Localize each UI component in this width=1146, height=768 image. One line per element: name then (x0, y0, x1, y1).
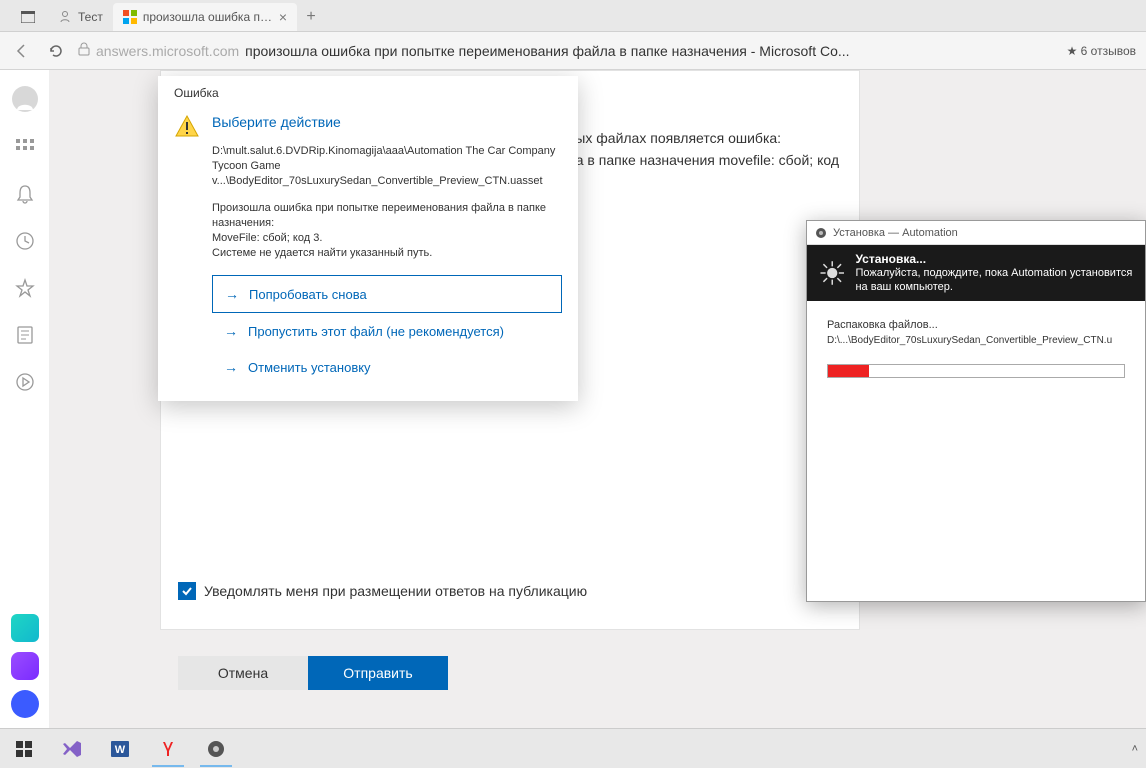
installer-body: Распаковка файлов... D:\...\BodyEditor_7… (807, 301, 1145, 396)
reviews-badge[interactable]: ★ 6 отзывов (1067, 44, 1136, 58)
error-path: D:\mult.salut.6.DVDRip.Kinomagija\aaa\Au… (212, 144, 562, 189)
microsoft-icon (123, 10, 137, 24)
browser-sidebar (0, 70, 50, 728)
grid-icon[interactable] (16, 139, 34, 162)
progress-fill (828, 365, 869, 377)
avatar-icon[interactable] (12, 86, 38, 117)
browser-toolbar: answers.microsoft.com произошла ошибка п… (0, 32, 1146, 70)
notify-label: Уведомлять меня при размещении ответов н… (204, 583, 587, 599)
error-heading: Выберите действие (212, 114, 562, 130)
star-icon[interactable] (15, 278, 35, 303)
skip-button[interactable]: → Пропустить этот файл (не рекомендуется… (212, 313, 562, 349)
installer-title: Установка — Automation (833, 227, 958, 239)
browser-tab-strip: Тест произошла ошибка при × + (0, 0, 1146, 32)
lock-icon (78, 42, 90, 59)
warning-icon (174, 114, 200, 385)
notify-checkbox-row[interactable]: Уведомлять меня при размещении ответов н… (178, 582, 587, 600)
installer-header: Установка... Пожалуйста, подождите, пока… (807, 245, 1145, 301)
submit-button[interactable]: Отправить (308, 656, 448, 690)
progress-bar (827, 364, 1125, 378)
error-dialog: Ошибка Выберите действие D:\mult.salut.6… (158, 76, 578, 401)
installer-header-sub: Пожалуйста, подождите, пока Automation у… (855, 266, 1133, 294)
close-icon[interactable]: × (279, 9, 287, 25)
app-purple[interactable] (11, 652, 39, 680)
background-text: ных файлах появляется ошибка: ла в папке… (568, 127, 839, 171)
favicon-icon (58, 10, 72, 24)
new-tab-button[interactable]: + (297, 3, 325, 31)
window-controls[interactable] (8, 3, 48, 31)
app-blue[interactable] (11, 690, 39, 718)
arrow-right-icon: → (224, 359, 238, 375)
yandex-icon[interactable] (148, 731, 188, 767)
app-teal[interactable] (11, 614, 39, 642)
installer-titlebar[interactable]: Установка — Automation (807, 221, 1145, 245)
play-icon[interactable] (15, 372, 35, 397)
back-button[interactable] (10, 39, 34, 63)
arrow-right-icon: → (225, 286, 239, 302)
tab-microsoft-answers[interactable]: произошла ошибка при × (113, 3, 297, 31)
clock-icon[interactable] (15, 231, 35, 256)
system-tray[interactable]: ˄ (1132, 743, 1138, 755)
reload-button[interactable] (44, 39, 68, 63)
start-button[interactable] (4, 731, 44, 767)
address-title: произошла ошибка при попытке переименова… (245, 43, 849, 59)
visualstudio-icon[interactable] (52, 731, 92, 767)
bell-icon[interactable] (16, 184, 34, 209)
chevron-up-icon[interactable]: ˄ (1132, 743, 1138, 755)
installer-task-icon[interactable] (196, 731, 236, 767)
installer-path: D:\...\BodyEditor_70sLuxurySedan_Convert… (827, 335, 1125, 346)
form-buttons: Отмена Отправить (178, 656, 448, 690)
arrow-right-icon: → (224, 323, 238, 339)
installer-icon (815, 227, 827, 239)
retry-button[interactable]: → Попробовать снова (212, 275, 562, 313)
error-message: Произошла ошибка при попытке переименова… (212, 201, 562, 261)
svg-text:W: W (115, 744, 126, 756)
installer-window: Установка — Automation Установка... Пожа… (806, 220, 1146, 602)
installer-header-title: Установка... (855, 252, 1133, 266)
cancel-install-button[interactable]: → Отменить установку (212, 349, 562, 385)
address-domain: answers.microsoft.com (96, 43, 239, 59)
address-bar[interactable]: answers.microsoft.com произошла ошибка п… (78, 42, 1057, 59)
taskbar: W ˄ (0, 728, 1146, 768)
tab-test[interactable]: Тест (48, 3, 113, 31)
word-icon[interactable]: W (100, 731, 140, 767)
cancel-button[interactable]: Отмена (178, 656, 308, 690)
gear-burst-icon (819, 255, 845, 291)
checkbox-icon[interactable] (178, 582, 196, 600)
error-dialog-title: Ошибка (174, 86, 562, 100)
tab-title: произошла ошибка при (143, 10, 273, 24)
tab-title: Тест (78, 10, 103, 24)
document-icon[interactable] (16, 325, 34, 350)
installer-status: Распаковка файлов... (827, 319, 1125, 331)
